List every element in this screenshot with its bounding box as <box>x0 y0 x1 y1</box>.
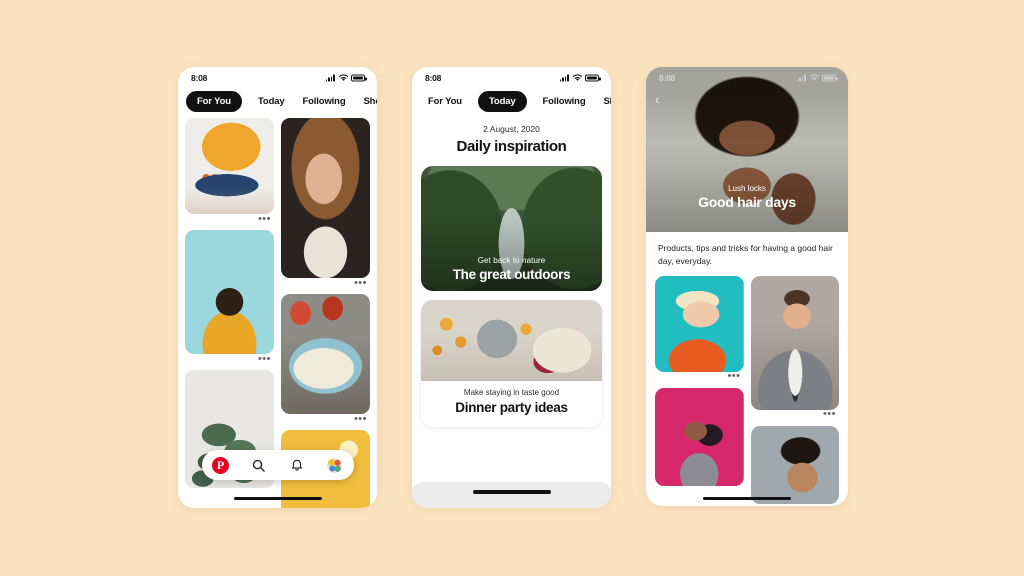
phone-home-feed: 8:08 For You Today Following Shop Kitch … <box>178 67 377 508</box>
story-headline: The great outdoors <box>452 267 571 282</box>
tab-today[interactable]: Today <box>256 92 287 111</box>
pin-blonde-glasses[interactable]: ••• <box>655 275 744 385</box>
pin-image[interactable] <box>655 387 744 486</box>
hero-kicker: Lush locks <box>728 184 766 193</box>
bottom-nav-bar[interactable]: P <box>201 450 354 480</box>
pin-overflow-menu[interactable]: ••• <box>281 277 370 291</box>
pin-image[interactable] <box>750 275 839 410</box>
board-pin-grid: ••• ••• <box>646 275 848 507</box>
pin-tacos[interactable]: ••• <box>281 294 370 427</box>
phone-today-tab: 8:08 For You Today Following Shop Kitch … <box>412 67 611 508</box>
pin-image[interactable] <box>185 118 274 214</box>
pin-overflow-menu[interactable]: ••• <box>185 213 274 227</box>
wifi-icon <box>338 74 348 82</box>
pin-living-room[interactable]: ••• <box>185 118 274 227</box>
story-great-outdoors[interactable]: Get back to nature The great outdoors <box>421 166 602 291</box>
board-column-left: ••• <box>655 275 744 507</box>
pin-yellow-jacket-portrait[interactable]: ••• <box>185 230 274 367</box>
pin-image[interactable] <box>281 118 370 278</box>
home-indicator <box>233 496 322 500</box>
tab-bar[interactable]: For You Today Following Shop Kitch <box>178 89 377 118</box>
battery-icon <box>585 74 601 82</box>
pin-image[interactable] <box>185 230 274 354</box>
phone-board-detail: 8:08 ‹ Lush locks Good hair days Product… <box>646 67 848 506</box>
status-icons <box>559 74 601 82</box>
today-header: 2 August, 2020 Daily inspiration <box>412 118 611 157</box>
story-caption: Make staying in taste good Dinner party … <box>421 381 602 427</box>
pin-woman-portrait[interactable]: ••• <box>281 118 370 291</box>
today-date: 2 August, 2020 <box>483 124 540 134</box>
board-description: Products, tips and tricks for having a g… <box>658 243 833 266</box>
tab-following[interactable]: Following <box>541 92 588 111</box>
tab-for-you[interactable]: For You <box>426 92 464 111</box>
story-headline: Dinner party ideas <box>455 400 568 415</box>
hero-caption: Lush locks Good hair days <box>646 184 848 210</box>
search-icon[interactable] <box>249 456 268 475</box>
pin-overflow-menu[interactable]: ••• <box>655 371 744 385</box>
pin-overflow-menu[interactable]: ••• <box>185 353 274 367</box>
avatar[interactable] <box>325 456 344 475</box>
status-time: 8:08 <box>425 73 442 83</box>
bell-icon[interactable] <box>287 456 306 475</box>
pin-overflow-menu[interactable]: ••• <box>751 409 840 423</box>
signal-icon <box>325 74 335 82</box>
home-indicator <box>472 490 551 494</box>
battery-icon <box>351 74 367 82</box>
home-indicator <box>703 496 791 500</box>
home-indicator-area <box>412 482 611 508</box>
page-title: Daily inspiration <box>456 138 567 155</box>
pin-man-suit[interactable]: ••• <box>750 275 840 423</box>
status-time: 8:08 <box>191 73 208 83</box>
tab-shop[interactable]: Shop <box>601 92 611 111</box>
status-bar: 8:08 <box>412 67 611 89</box>
pin-curly-man[interactable] <box>750 425 839 504</box>
pin-image[interactable] <box>655 275 744 372</box>
pin-overflow-menu[interactable]: ••• <box>281 413 370 427</box>
today-stories: Get back to nature The great outdoors Ma… <box>412 157 611 508</box>
tab-bar[interactable]: For You Today Following Shop Kitch <box>412 89 611 118</box>
back-button[interactable]: ‹ <box>655 93 659 106</box>
tab-following[interactable]: Following <box>301 92 348 111</box>
hero-headline: Good hair days <box>698 194 796 210</box>
tab-today[interactable]: Today <box>477 91 527 112</box>
story-caption: Get back to nature The great outdoors <box>421 256 602 282</box>
signal-icon <box>559 74 569 82</box>
status-icons <box>325 74 367 82</box>
tab-shop[interactable]: Shop <box>361 92 377 111</box>
pin-pink-updo[interactable] <box>655 387 744 486</box>
pin-image[interactable] <box>281 294 370 414</box>
pin-image[interactable] <box>750 425 839 504</box>
pinterest-logo-icon[interactable]: P <box>211 456 230 475</box>
story-dinner-party[interactable]: Make staying in taste good Dinner party … <box>421 300 602 427</box>
tab-for-you[interactable]: For You <box>186 91 242 112</box>
board-column-right: ••• <box>750 275 840 507</box>
story-kicker: Get back to nature <box>477 256 546 265</box>
canvas: 8:08 For You Today Following Shop Kitch … <box>0 0 1024 576</box>
story-kicker: Make staying in taste good <box>463 388 560 397</box>
status-bar: 8:08 <box>178 67 377 89</box>
story-image[interactable] <box>421 300 602 381</box>
board-hero: 8:08 ‹ Lush locks Good hair days <box>646 67 848 232</box>
wifi-icon <box>572 74 582 82</box>
